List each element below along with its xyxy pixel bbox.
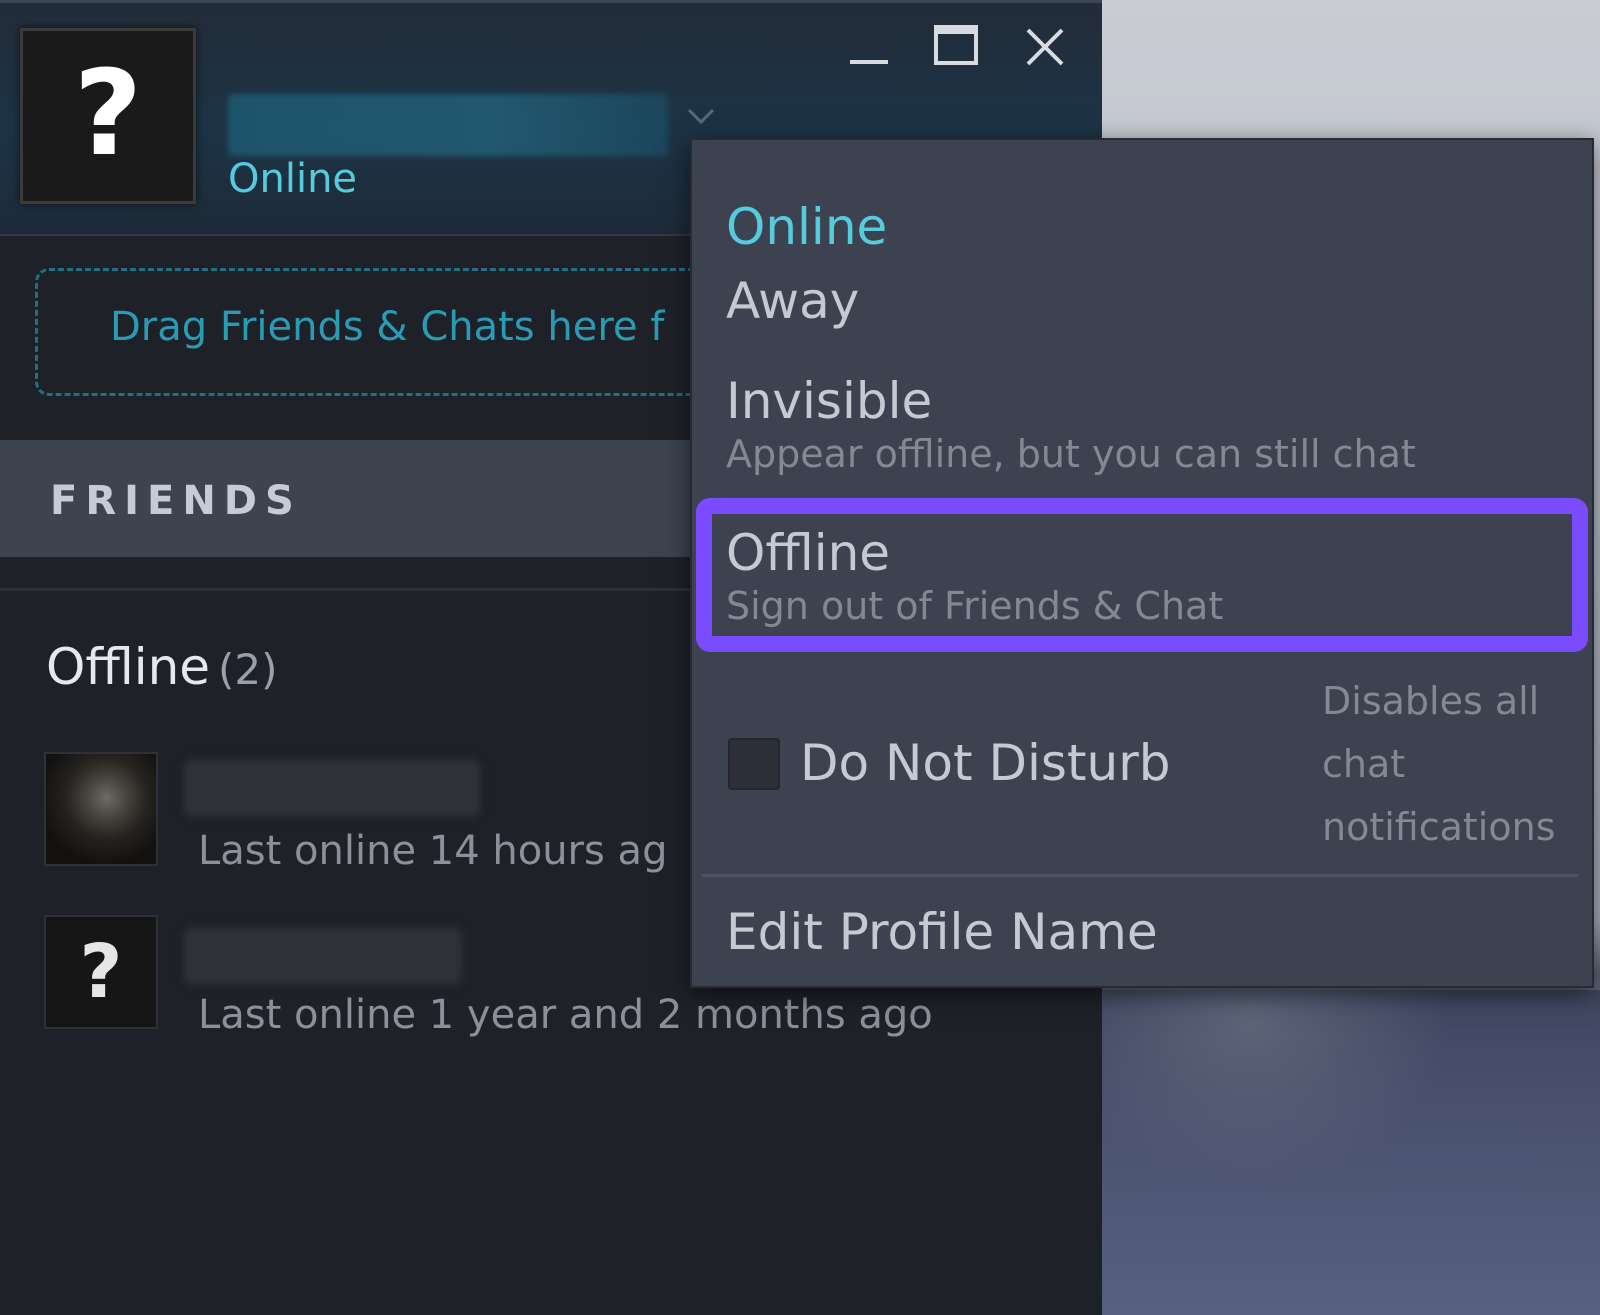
minimize-icon[interactable]: [844, 22, 894, 72]
self-name-redacted: [228, 94, 668, 156]
status-dropdown-menu: Online Away Invisible Appear offline, bu…: [690, 138, 1594, 988]
friend-avatar[interactable]: [44, 752, 158, 866]
group-title: Offline: [46, 638, 211, 696]
menu-item-label: Away: [726, 272, 860, 330]
question-mark-icon: ?: [79, 929, 123, 1015]
friend-avatar[interactable]: ?: [44, 915, 158, 1029]
menu-item-invisible[interactable]: Invisible Appear offline, but you can st…: [692, 360, 1592, 490]
menu-item-label: Offline: [726, 524, 891, 582]
do-not-disturb-checkbox[interactable]: [728, 738, 780, 790]
self-avatar[interactable]: ?: [20, 28, 196, 204]
group-count: (2): [218, 645, 278, 694]
menu-item-label: Invisible: [726, 372, 933, 430]
do-not-disturb-description: Disables all chat notifications: [1322, 679, 1556, 849]
do-not-disturb-row[interactable]: Do Not Disturb Disables all chat notific…: [692, 664, 1592, 854]
maximize-icon[interactable]: [931, 22, 981, 72]
chevron-down-icon[interactable]: [686, 104, 716, 128]
menu-item-label: Online: [726, 198, 888, 256]
close-icon[interactable]: [1020, 22, 1070, 72]
desktop-landscape: [1100, 990, 1600, 1315]
friend-name-redacted: [184, 760, 480, 816]
menu-separator: [702, 874, 1578, 877]
friends-section-title: FRIENDS: [50, 478, 302, 524]
menu-item-description: Sign out of Friends & Chat: [726, 584, 1224, 628]
do-not-disturb-label: Do Not Disturb: [800, 734, 1171, 792]
friend-name-redacted: [184, 928, 462, 984]
friend-status: Last online 1 year and 2 months ago: [198, 992, 933, 1038]
menu-item-offline[interactable]: Offline Sign out of Friends & Chat: [692, 512, 1592, 642]
menu-item-label: Edit Profile Name: [726, 903, 1158, 961]
menu-item-away[interactable]: Away: [692, 260, 1592, 350]
drop-zone-text: Drag Friends & Chats here f: [110, 304, 665, 350]
question-mark-icon: ?: [73, 44, 143, 182]
menu-item-description: Appear offline, but you can still chat: [726, 432, 1416, 476]
self-status-text[interactable]: Online: [228, 156, 357, 202]
friend-status: Last online 14 hours ag: [198, 828, 668, 874]
menu-item-edit-profile-name[interactable]: Edit Profile Name: [692, 885, 1592, 975]
offline-group-header[interactable]: Offline (2): [46, 638, 278, 696]
menu-item-online[interactable]: Online: [692, 160, 1592, 256]
